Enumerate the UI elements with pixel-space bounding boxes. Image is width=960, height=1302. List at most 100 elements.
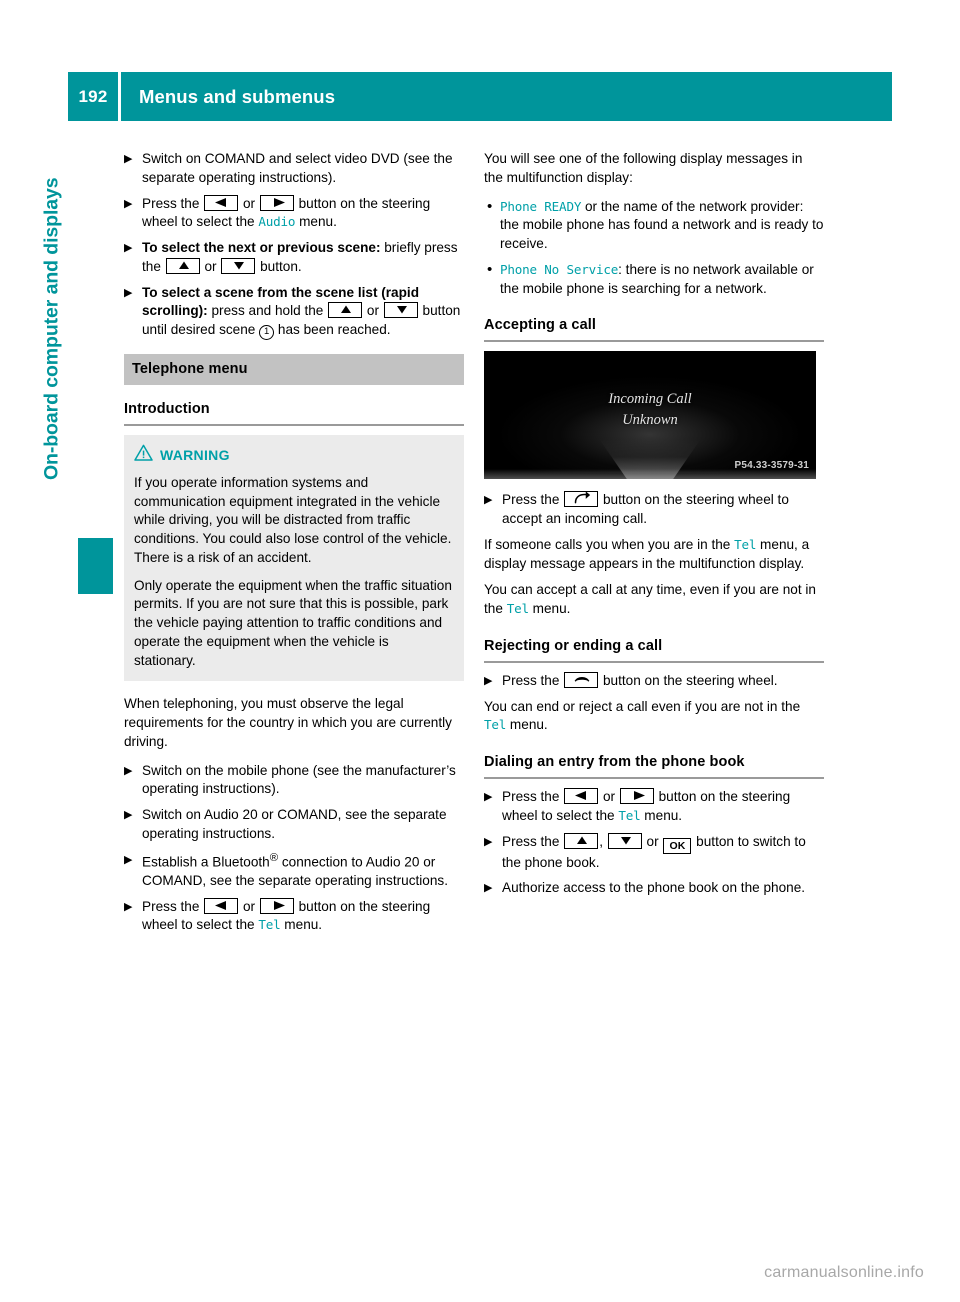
tel-menu-label: Tel bbox=[506, 601, 529, 616]
step-text: or bbox=[239, 898, 259, 914]
step-text: Press the bbox=[502, 492, 564, 508]
section-header-bar: Telephone menu bbox=[124, 354, 464, 385]
figure-display-text: Incoming Call Unknown bbox=[484, 389, 816, 431]
chapter-tab-label: On-board computer and displays bbox=[40, 177, 63, 481]
warning-box: WARNING If you operate information syste… bbox=[124, 435, 464, 682]
list-item: ▶ To select a scene from the scene list … bbox=[124, 284, 464, 340]
figure-line-2: Unknown bbox=[622, 412, 678, 429]
step-text: Press the bbox=[502, 789, 564, 804]
page-title: Menus and submenus bbox=[139, 85, 336, 107]
registered-mark: ® bbox=[269, 851, 279, 864]
step-text: Press the bbox=[502, 833, 564, 849]
list-item: ▶ Switch on Audio 20 or COMAND, see the … bbox=[124, 806, 464, 844]
figure-line-1: Incoming Call bbox=[608, 391, 692, 408]
left-arrow-button[interactable] bbox=[204, 897, 239, 914]
list-item: ▶ Press the button on the steering wheel… bbox=[484, 491, 824, 529]
accept-text-a: If someone calls you when you are in the bbox=[484, 536, 735, 552]
step-text: or bbox=[642, 833, 663, 849]
right-arrow-button[interactable] bbox=[619, 788, 654, 804]
right-arrow-button[interactable] bbox=[259, 897, 294, 914]
step-text: button on the steering wheel. bbox=[599, 672, 778, 688]
step-arrow-icon: ▶ bbox=[484, 674, 493, 687]
page-number: 192 bbox=[78, 86, 108, 106]
accept-paragraph-2: You can accept a call at any time, even … bbox=[484, 581, 824, 619]
list-item: ▶ Switch on the mobile phone (see the ma… bbox=[124, 762, 464, 800]
tel-menu-label: Tel bbox=[258, 917, 281, 933]
bullet-dot-icon: • bbox=[487, 260, 493, 278]
up-arrow-button[interactable] bbox=[165, 257, 200, 274]
audio-menu-label: Audio bbox=[258, 214, 296, 230]
reject-text-b: menu. bbox=[506, 717, 548, 733]
left-arrow-button[interactable] bbox=[204, 194, 239, 211]
step-text: menu. bbox=[295, 214, 337, 230]
tel-menu-label: Tel bbox=[734, 536, 757, 552]
step-text: press and hold the bbox=[207, 303, 328, 319]
tel-menu-label: Tel bbox=[484, 717, 507, 733]
step-arrow-icon: ▶ bbox=[124, 286, 133, 299]
right-arrow-button[interactable] bbox=[259, 194, 294, 211]
step-text: Switch on COMAND and select video DVD (s… bbox=[142, 151, 453, 185]
list-item: ▶ Establish a Bluetooth® connection to A… bbox=[124, 851, 464, 891]
step-text: , bbox=[599, 833, 607, 849]
step-text: or bbox=[200, 258, 221, 274]
list-item: ▶ Press the or button on the steering wh… bbox=[124, 194, 464, 233]
left-arrow-button[interactable] bbox=[564, 788, 599, 804]
subheading-rule bbox=[484, 660, 824, 663]
page-header: 192 Menus and submenus bbox=[68, 72, 892, 121]
warning-paragraph: Only operate the equipment when the traf… bbox=[134, 577, 452, 668]
tel-menu-label: Tel bbox=[618, 807, 641, 823]
step-text: or bbox=[599, 789, 619, 804]
step-arrow-icon: ▶ bbox=[124, 242, 133, 254]
step-arrow-icon: ▶ bbox=[124, 900, 133, 913]
list-item: ▶ Authorize access to the phone book on … bbox=[484, 879, 824, 898]
subheading-rule bbox=[484, 340, 824, 343]
figure-reference-code: P54.33-3579-31 bbox=[734, 460, 809, 472]
subheading-accepting-a-call: Accepting a call bbox=[484, 317, 596, 334]
down-arrow-button[interactable] bbox=[607, 832, 642, 849]
subheading-rejecting-or-ending-a-call: Rejecting or ending a call bbox=[484, 637, 663, 654]
phone-handset-end-icon[interactable] bbox=[564, 671, 599, 688]
step-arrow-icon: ▶ bbox=[124, 197, 133, 210]
subheading-introduction: Introduction bbox=[124, 401, 210, 417]
step-arrow-icon: ▶ bbox=[484, 882, 493, 895]
warning-paragraph: If you operate information systems and c… bbox=[134, 474, 452, 565]
step-text: Authorize access to the phone book on th… bbox=[502, 880, 806, 896]
list-item: • Phone No Service: there is no network … bbox=[484, 261, 824, 299]
display-messages-intro: You will see one of the following displa… bbox=[484, 151, 803, 185]
step-text: Switch on Audio 20 or COMAND, see the se… bbox=[142, 807, 447, 841]
step-text: has been reached. bbox=[274, 322, 391, 337]
step-text: Press the bbox=[142, 195, 204, 211]
down-arrow-button[interactable] bbox=[221, 257, 256, 274]
telephoning-paragraph: When telephoning, you must observe the l… bbox=[124, 696, 452, 749]
down-arrow-button[interactable] bbox=[383, 302, 418, 319]
step-text: menu. bbox=[640, 807, 683, 823]
step-arrow-icon: ▶ bbox=[124, 764, 133, 777]
list-item: ▶ Switch on COMAND and select video DVD … bbox=[124, 150, 464, 188]
step-text: Press the bbox=[502, 672, 564, 688]
step-text: or bbox=[363, 303, 383, 319]
list-item: ▶ Press the button on the steering wheel… bbox=[484, 671, 824, 691]
ok-button[interactable]: OK bbox=[663, 837, 692, 854]
list-item: ▶ Press the or button on the steering wh… bbox=[124, 897, 464, 936]
step-text: Establish a Bluetooth bbox=[142, 854, 270, 870]
accept-paragraph-1: If someone calls you when you are in the… bbox=[484, 536, 824, 574]
left-column: ▶ Switch on COMAND and select video DVD … bbox=[124, 150, 464, 942]
phone-ready-label: Phone READY bbox=[500, 198, 582, 214]
subheading-rule bbox=[124, 424, 464, 426]
right-column: You will see one of the following displa… bbox=[484, 150, 824, 905]
chapter-tab-marker bbox=[78, 538, 113, 594]
multifunction-display-figure: Incoming Call Unknown P54.33-3579-31 bbox=[484, 351, 816, 480]
step-bold-text: To select the next or previous scene: bbox=[142, 240, 381, 255]
bullet-dot-icon: • bbox=[487, 197, 493, 215]
warning-title: WARNING bbox=[160, 446, 230, 463]
phone-no-service-label: Phone No Service bbox=[500, 261, 619, 277]
list-item: • Phone READY or the name of the network… bbox=[484, 198, 824, 254]
step-arrow-icon: ▶ bbox=[124, 853, 133, 866]
subheading-rule bbox=[484, 777, 824, 779]
list-item: ▶ To select the next or previous scene: … bbox=[124, 239, 464, 277]
subheading-dialing-an-entry: Dialing an entry from the phone book bbox=[484, 754, 745, 770]
accept-text-b: menu. bbox=[528, 601, 571, 616]
up-arrow-button[interactable] bbox=[564, 832, 599, 849]
up-arrow-button[interactable] bbox=[328, 302, 363, 319]
phone-handset-accept-icon[interactable] bbox=[564, 491, 599, 508]
